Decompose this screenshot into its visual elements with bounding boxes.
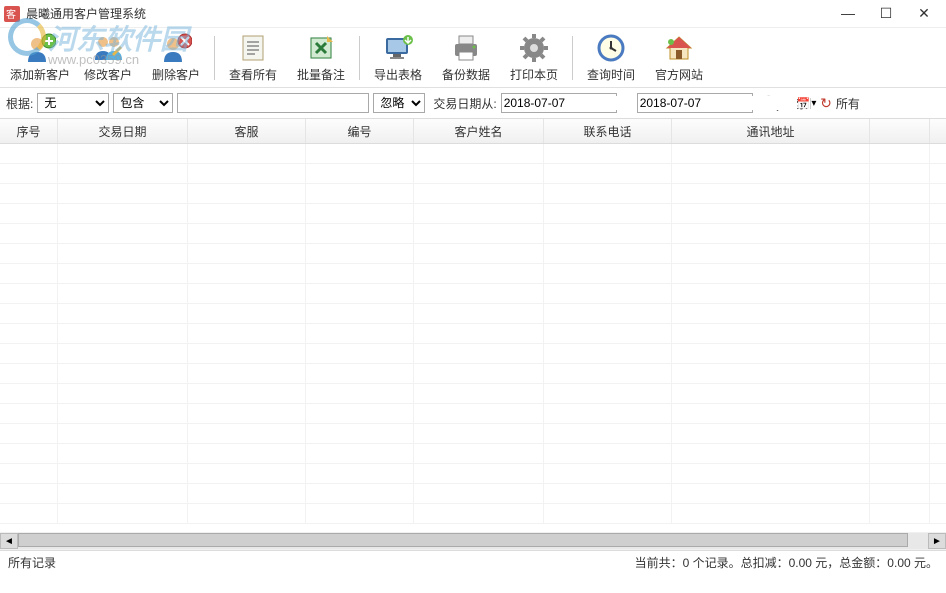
- table-row: [0, 184, 946, 204]
- table-row: [0, 284, 946, 304]
- gear-icon: [518, 32, 550, 64]
- scroll-track[interactable]: [18, 533, 928, 549]
- date-to-input[interactable]: 📅 ▾: [637, 93, 753, 113]
- maximize-button[interactable]: ☐: [876, 5, 896, 22]
- table-row: [0, 324, 946, 344]
- minimize-button[interactable]: —: [838, 5, 858, 22]
- monitor-export-icon: [382, 32, 414, 64]
- edit-customer-button[interactable]: 修改客户: [74, 30, 142, 86]
- date-from-input[interactable]: 📅 ▾: [501, 93, 617, 113]
- grid-header: 序号 交易日期 客服 编号 客户姓名 联系电话 通讯地址: [0, 118, 946, 144]
- printer-icon: [450, 32, 482, 64]
- export-table-button[interactable]: 导出表格: [364, 30, 432, 86]
- toolbar-separator: [214, 36, 215, 80]
- col-phone[interactable]: 联系电话: [544, 119, 672, 143]
- table-row: [0, 404, 946, 424]
- view-all-button[interactable]: 查看所有: [219, 30, 287, 86]
- query-time-button[interactable]: 查询时间: [577, 30, 645, 86]
- col-address[interactable]: 通讯地址: [672, 119, 870, 143]
- col-date[interactable]: 交易日期: [58, 119, 188, 143]
- grid-body[interactable]: [0, 144, 946, 532]
- operator-select[interactable]: 包含: [113, 93, 173, 113]
- app-icon: [4, 6, 20, 22]
- col-seq[interactable]: 序号: [0, 119, 58, 143]
- window-controls: — ☐ ✕: [838, 5, 942, 22]
- dropdown-icon[interactable]: ▾: [810, 98, 816, 109]
- titlebar: 晨曦通用客户管理系统 — ☐ ✕: [0, 0, 946, 28]
- scroll-thumb[interactable]: [18, 533, 908, 547]
- document-icon: [237, 32, 269, 64]
- table-row: [0, 484, 946, 504]
- status-bar: 所有记录 当前共：0 个记录。总扣减：0.00 元，总金额：0.00 元。: [0, 550, 946, 574]
- toolbar-separator: [359, 36, 360, 80]
- scroll-right-button[interactable]: ►: [928, 533, 946, 549]
- home-icon: [663, 32, 695, 64]
- date-from-label: 交易日期从:: [433, 95, 496, 112]
- table-row: [0, 264, 946, 284]
- status-left: 所有记录: [8, 554, 56, 571]
- col-number[interactable]: 编号: [306, 119, 414, 143]
- edit-user-icon: [92, 32, 124, 64]
- calendar-icon[interactable]: 📅: [797, 97, 811, 110]
- toolbar: 添加新客户 修改客户 删除客户 查看所有 批量备注 导出表格 备份数据 打印本页…: [0, 28, 946, 88]
- table-row: [0, 164, 946, 184]
- table-row: [0, 464, 946, 484]
- filter-value-input[interactable]: [177, 93, 369, 113]
- table-row: [0, 344, 946, 364]
- table-row: [0, 364, 946, 384]
- field-select[interactable]: 无: [37, 93, 109, 113]
- all-label[interactable]: 所有: [836, 95, 860, 112]
- clock-icon: [595, 32, 627, 64]
- excel-export-icon: [305, 32, 337, 64]
- table-row: [0, 504, 946, 524]
- table-row: [0, 144, 946, 164]
- delete-customer-button[interactable]: 删除客户: [142, 30, 210, 86]
- ignore-select[interactable]: 忽略: [373, 93, 425, 113]
- add-customer-button[interactable]: 添加新客户: [6, 30, 74, 86]
- window-title: 晨曦通用客户管理系统: [26, 5, 146, 22]
- filter-bar: 根据: 无 包含 忽略 交易日期从: 📅 ▾ 到 📅 ▾ 🔍 搜索 ↻ 所有: [0, 88, 946, 118]
- table-row: [0, 244, 946, 264]
- horizontal-scrollbar[interactable]: ◄ ►: [0, 532, 946, 550]
- scroll-left-button[interactable]: ◄: [0, 533, 18, 549]
- print-page-button[interactable]: 打印本页: [500, 30, 568, 86]
- table-row: [0, 444, 946, 464]
- col-extra[interactable]: [870, 119, 930, 143]
- backup-data-button[interactable]: 备份数据: [432, 30, 500, 86]
- delete-user-icon: [160, 32, 192, 64]
- col-name[interactable]: 客户姓名: [414, 119, 544, 143]
- table-row: [0, 224, 946, 244]
- close-button[interactable]: ✕: [914, 5, 934, 22]
- batch-note-button[interactable]: 批量备注: [287, 30, 355, 86]
- status-right: 当前共：0 个记录。总扣减：0.00 元，总金额：0.00 元。: [635, 554, 938, 571]
- table-row: [0, 204, 946, 224]
- toolbar-separator: [572, 36, 573, 80]
- table-row: [0, 384, 946, 404]
- add-user-icon: [24, 32, 56, 64]
- website-button[interactable]: 官方网站: [645, 30, 713, 86]
- table-row: [0, 424, 946, 444]
- col-service[interactable]: 客服: [188, 119, 306, 143]
- data-grid: 序号 交易日期 客服 编号 客户姓名 联系电话 通讯地址 ◄ ►: [0, 118, 946, 550]
- basis-label: 根据:: [6, 95, 33, 112]
- refresh-icon[interactable]: ↻: [820, 95, 832, 112]
- table-row: [0, 304, 946, 324]
